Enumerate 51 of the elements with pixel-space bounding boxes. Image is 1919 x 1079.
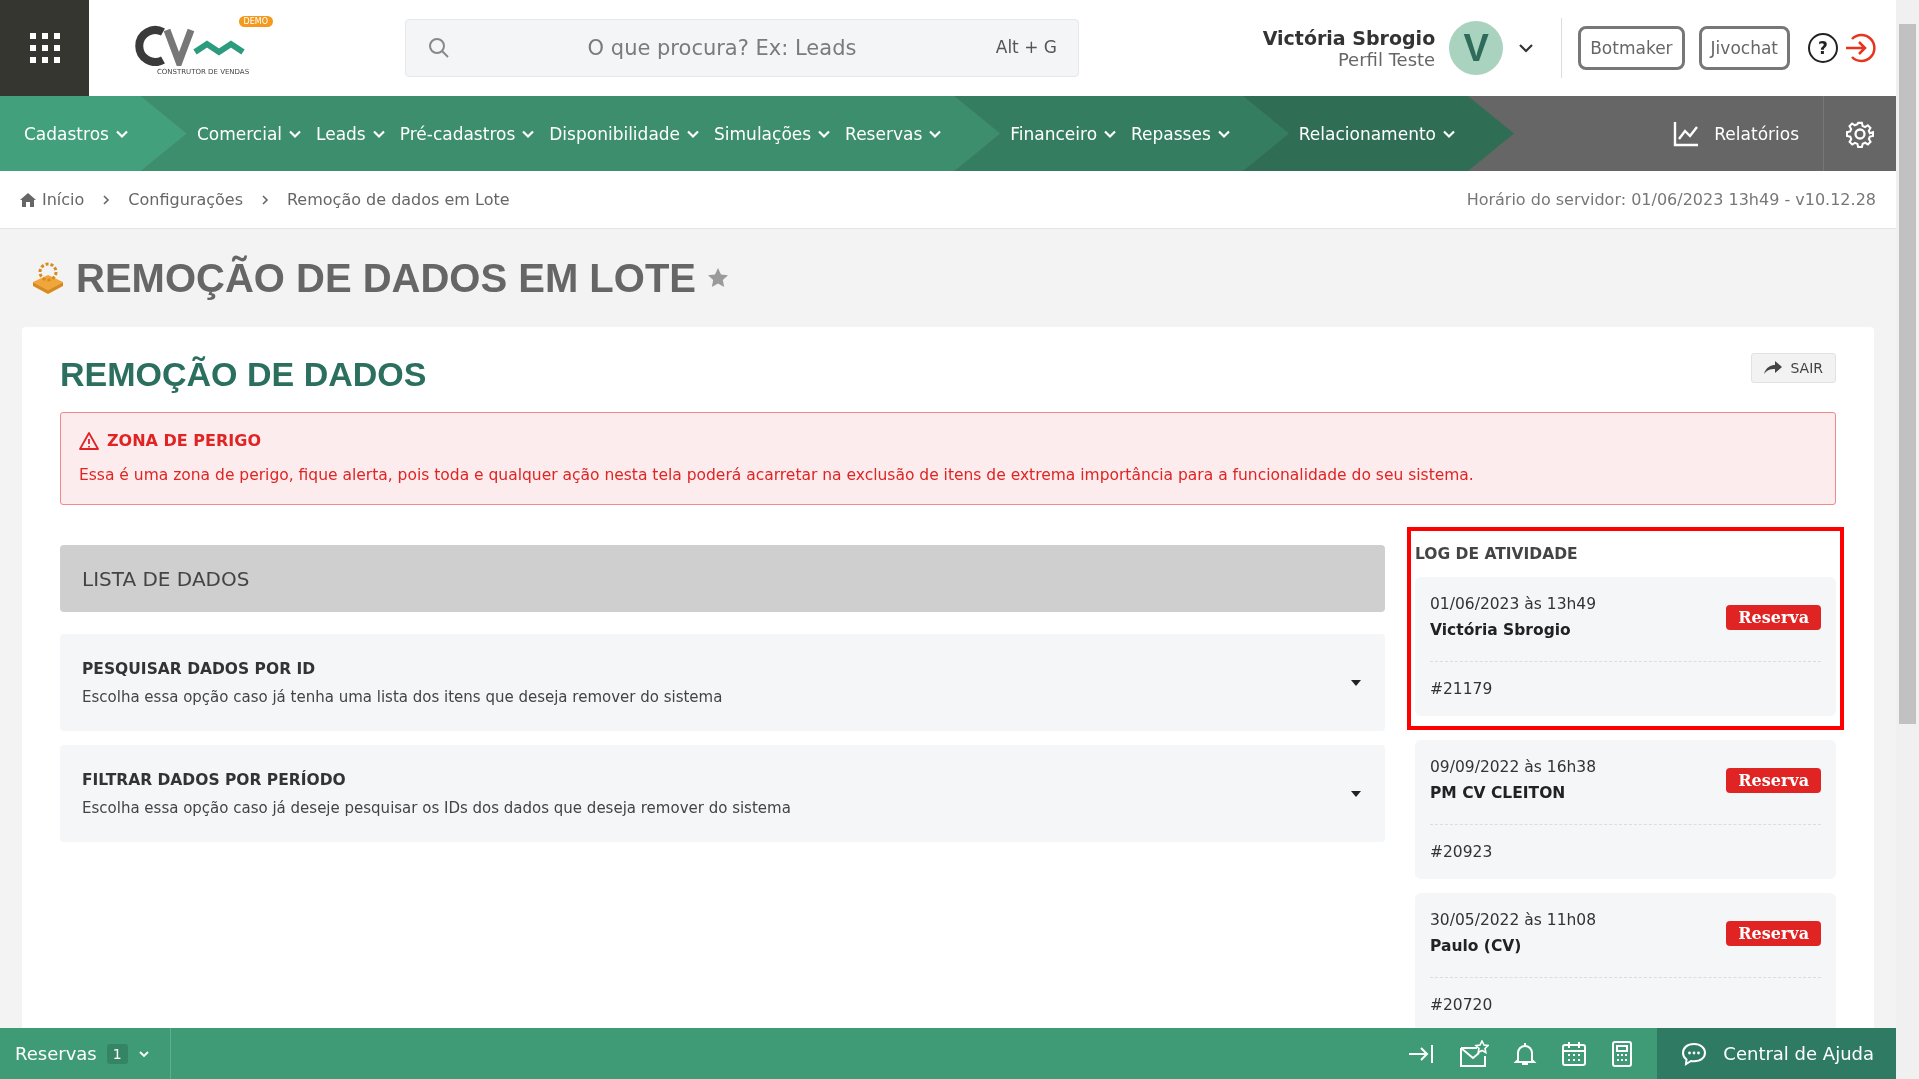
- danger-title: ZONA DE PERIGO: [107, 431, 261, 450]
- section-title: REMOÇÃO DE DADOS: [60, 354, 427, 394]
- log-date: 30/05/2022 às 11h08: [1430, 911, 1597, 929]
- log-tag: Reserva: [1726, 605, 1821, 630]
- logo-badge: DEMO: [238, 16, 273, 27]
- integration-button[interactable]: Botmaker: [1578, 26, 1685, 70]
- help-button[interactable]: ?: [1808, 33, 1838, 63]
- integration-button[interactable]: Jivochat: [1698, 26, 1790, 70]
- nav-menu-item[interactable]: Reservas: [845, 123, 943, 144]
- help-center-button[interactable]: Central de Ajuda: [1657, 1028, 1896, 1079]
- count-badge: 1: [106, 1043, 128, 1064]
- option-title: FILTRAR DADOS POR PERÍODO: [82, 770, 347, 789]
- log-title: LOG DE ATIVIDADE: [1415, 545, 1579, 563]
- user-avatar[interactable]: V: [1449, 21, 1504, 75]
- user-profile: Perfil Teste: [1337, 48, 1436, 70]
- exit-button[interactable]: SAIR: [1751, 353, 1836, 383]
- option-description: Escolha essa opção caso já deseje pesquisar os IDs dos dados que deseja remover do sistema: [82, 798, 791, 817]
- home-link[interactable]: Início: [20, 190, 85, 209]
- danger-message: Essa é uma zona de perigo, fique alerta, pois toda e qualquer ação nesta tela poderá acarretar na exclusão de itens de extrema importância para a funcionalidade do seu sistema.: [79, 466, 1475, 484]
- log-tag: Reserva: [1726, 768, 1821, 793]
- nav-menu-item[interactable]: Cadastros: [24, 123, 129, 144]
- reports-button[interactable]: Relatórios: [1648, 119, 1823, 148]
- log-user: PM CV CLEITON: [1430, 784, 1567, 802]
- nav-menu-item[interactable]: Simulações: [714, 123, 832, 144]
- log-user: Paulo (CV): [1430, 937, 1523, 955]
- server-time: Horário do servidor: 01/06/2023 13h49 - v10.12.28: [1466, 190, 1876, 209]
- nav-menu-item[interactable]: Repasses: [1131, 123, 1231, 144]
- log-user: Victória Sbrogio: [1430, 621, 1572, 639]
- log-date: 01/06/2023 às 13h49: [1430, 595, 1597, 613]
- nav-menu-item[interactable]: Financeiro: [1010, 123, 1118, 144]
- accordion-item[interactable]: PESQUISAR DADOS POR ID Escolha essa opção caso já tenha uma lista dos itens que deseja remover do sistema: [60, 634, 1385, 731]
- list-title: LISTA DE DADOS: [82, 566, 250, 591]
- shortcut-hint: Alt + G: [995, 37, 1057, 57]
- page-title: REMOÇÃO DE DADOS EM LOTE: [76, 255, 697, 301]
- breadcrumb-link[interactable]: Remoção de dados em Lote: [286, 190, 510, 209]
- log-id: #20923: [1430, 842, 1494, 863]
- nav-menu-item[interactable]: Relacionamento: [1298, 123, 1456, 144]
- accordion-item[interactable]: FILTRAR DADOS POR PERÍODO Escolha essa opção caso já deseje pesquisar os IDs dos dados que deseja remover do sistema: [60, 745, 1385, 842]
- nav-menu-item[interactable]: Comercial: [196, 123, 303, 144]
- log-id: #21179: [1430, 679, 1494, 700]
- option-description: Escolha essa opção caso já tenha uma lista dos itens que deseja remover do sistema: [82, 687, 723, 706]
- nav-menu-item[interactable]: Leads: [316, 123, 386, 144]
- log-date: 09/09/2022 às 16h38: [1430, 758, 1597, 776]
- user-name: Victória Sbrogio: [1262, 26, 1436, 49]
- log-id: #20720: [1430, 995, 1494, 1016]
- nav-menu-item[interactable]: Disponibilidade: [549, 123, 701, 144]
- nav-menu-item[interactable]: Pré-cadastros: [399, 123, 536, 144]
- log-tag: Reserva: [1726, 921, 1821, 946]
- breadcrumb-link[interactable]: Configurações: [128, 190, 243, 209]
- option-title: PESQUISAR DADOS POR ID: [82, 659, 317, 678]
- reservations-label[interactable]: Reservas: [15, 1043, 97, 1064]
